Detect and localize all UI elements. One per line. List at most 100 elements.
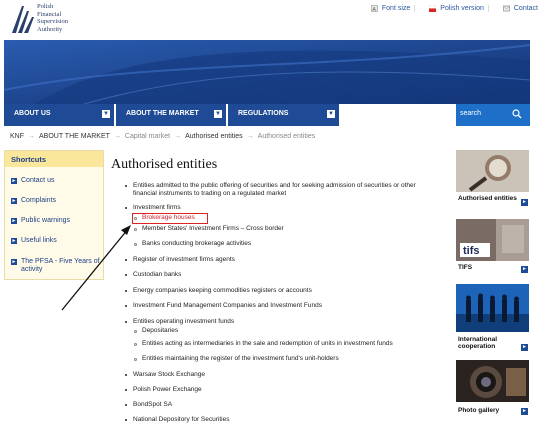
tifs-image[interactable]: tifs: [456, 219, 529, 261]
shortcut-useful-links[interactable]: ► Useful links: [11, 237, 101, 245]
top-bar: Polish Financial Supervision Authority A…: [0, 0, 554, 40]
bullet-dot: [125, 321, 127, 323]
bullet-dot: [125, 185, 127, 187]
bullet-dot: [125, 374, 127, 376]
entity-link-continued[interactable]: financial instruments to trading on a re…: [133, 190, 286, 198]
entity-link[interactable]: Member States' Investment Firms – Cross …: [142, 225, 284, 233]
pfsa-logo[interactable]: Polish Financial Supervision Authority: [10, 3, 80, 37]
entity-link[interactable]: Entities acting as intermediaries in the…: [142, 340, 393, 348]
arrow-right-icon[interactable]: ►: [521, 266, 528, 273]
bullet-ring: [134, 228, 137, 231]
entity-link[interactable]: Register of investment firms agents: [133, 256, 235, 264]
nav-about-us[interactable]: ABOUT US ▼: [4, 104, 114, 126]
tifs-label[interactable]: TIFS: [458, 264, 472, 271]
logo-text: Polish Financial Supervision Authority: [37, 3, 68, 33]
arrow-right-icon: ►: [11, 198, 17, 204]
arrow-right-icon[interactable]: ►: [521, 344, 528, 351]
search-input[interactable]: search: [460, 110, 506, 122]
shortcut-pfsa-five-years[interactable]: ► The PFSA - Five Years of activity: [11, 258, 101, 274]
entity-link[interactable]: BondSpot SA: [133, 401, 172, 409]
page-title: Authorised entities: [111, 157, 218, 172]
breadcrumb-item[interactable]: Capital market: [125, 133, 170, 140]
arrow-right-icon: ►: [11, 238, 17, 244]
nav-regulations-label: REGULATIONS: [238, 110, 289, 117]
entity-link[interactable]: Entities admitted to the public offering…: [133, 182, 416, 190]
photo-gallery-image[interactable]: [456, 360, 529, 402]
bullet-dot: [125, 207, 127, 209]
bullet-dot: [125, 274, 127, 276]
search-button[interactable]: [512, 109, 524, 121]
camera-lens-image: [456, 360, 529, 402]
bullet-ring: [134, 243, 137, 246]
shortcut-public-warnings[interactable]: ► Public warnings: [11, 217, 101, 225]
shortcut-complaints[interactable]: ► Complaints: [11, 197, 101, 205]
polish-version-link[interactable]: Polish version: [429, 4, 489, 12]
breadcrumb-item[interactable]: KNF: [10, 133, 24, 140]
entity-link[interactable]: Polish Power Exchange: [133, 386, 202, 394]
logo-line: Authority: [37, 25, 63, 33]
nav-about-the-market[interactable]: ABOUT THE MARKET ▼: [116, 104, 226, 126]
breadcrumb-separator: →: [113, 133, 121, 140]
entity-link[interactable]: Banks conducting brokerage activities: [142, 240, 251, 248]
bullet-dot: [125, 389, 127, 391]
contact-icon: [502, 5, 510, 12]
entity-link[interactable]: Investment firms: [133, 204, 181, 212]
font-size-link[interactable]: A Font size: [370, 5, 416, 13]
breadcrumb-separator: →: [174, 133, 182, 140]
nav-about-us-label: ABOUT US: [14, 110, 51, 117]
entity-link[interactable]: Entities maintaining the register of the…: [142, 355, 339, 363]
arrow-right-icon[interactable]: ►: [521, 408, 528, 415]
top-links: A Font size Polish version Contact: [370, 4, 542, 13]
entity-link[interactable]: Investment Fund Management Companies and…: [133, 302, 322, 310]
entity-link[interactable]: National Depository for Securities: [133, 416, 229, 424]
international-cooperation-image[interactable]: [456, 284, 529, 332]
arrow-right-icon: ►: [11, 218, 17, 224]
search-icon: [512, 109, 522, 119]
banner-graphic: [4, 40, 530, 104]
nav-regulations[interactable]: REGULATIONS ▼: [228, 104, 339, 126]
arrow-right-icon: ►: [11, 259, 17, 265]
business-people-image: [456, 284, 529, 332]
breadcrumb-item[interactable]: Authorised entities: [185, 133, 243, 140]
entity-link[interactable]: Custodian banks: [133, 271, 181, 279]
breadcrumb-separator: →: [246, 133, 254, 140]
font-size-label: Font size: [381, 5, 411, 12]
arrow-right-icon[interactable]: ►: [521, 199, 528, 206]
authorised-entities-label[interactable]: Authorised entities: [458, 195, 517, 202]
logo-line: Supervision: [37, 18, 69, 26]
bullet-ring: [134, 358, 137, 361]
shortcut-label: Complaints: [21, 197, 57, 204]
bullet-ring: [134, 330, 137, 333]
label-line: International cooperation: [458, 336, 498, 350]
tifs-image-graphic: tifs: [456, 219, 529, 261]
chevron-down-icon: ▼: [214, 110, 222, 118]
tifs-logo-text: tifs: [463, 245, 480, 257]
logo-line: Financial: [37, 10, 62, 18]
entity-link[interactable]: Entities operating investment funds: [133, 318, 234, 326]
breadcrumb-item[interactable]: ABOUT THE MARKET: [39, 133, 110, 140]
search-box: search: [456, 104, 530, 126]
magnifier-image: [456, 150, 529, 192]
photo-gallery-label[interactable]: Photo gallery: [458, 407, 499, 414]
bullet-dot: [125, 305, 127, 307]
international-cooperation-label[interactable]: International cooperation: [458, 336, 516, 350]
bullet-ring: [134, 343, 137, 346]
bullet-dot: [125, 259, 127, 261]
contact-link[interactable]: Contact: [502, 5, 542, 12]
entity-link[interactable]: Depositaries: [142, 327, 178, 335]
breadcrumb-current: Authorised entities: [257, 133, 316, 140]
highlight-box: [132, 213, 208, 224]
nav-about-the-market-label: ABOUT THE MARKET: [126, 110, 199, 117]
flag-icon: [429, 4, 437, 12]
entity-link[interactable]: Warsaw Stock Exchange: [133, 371, 205, 379]
entity-link[interactable]: Energy companies keeping commodities reg…: [133, 287, 312, 295]
shortcut-label: Contact us: [21, 177, 55, 184]
polish-version-label: Polish version: [440, 5, 484, 12]
bullet-dot: [125, 290, 127, 292]
font-size-icon: A: [370, 5, 378, 13]
shortcuts-title: Shortcuts: [5, 151, 103, 167]
shortcut-label: Useful links: [21, 237, 57, 244]
logo-line: Polish: [37, 3, 54, 10]
shortcut-contact-us[interactable]: ► Contact us: [11, 177, 101, 185]
authorised-entities-image[interactable]: [456, 150, 529, 192]
